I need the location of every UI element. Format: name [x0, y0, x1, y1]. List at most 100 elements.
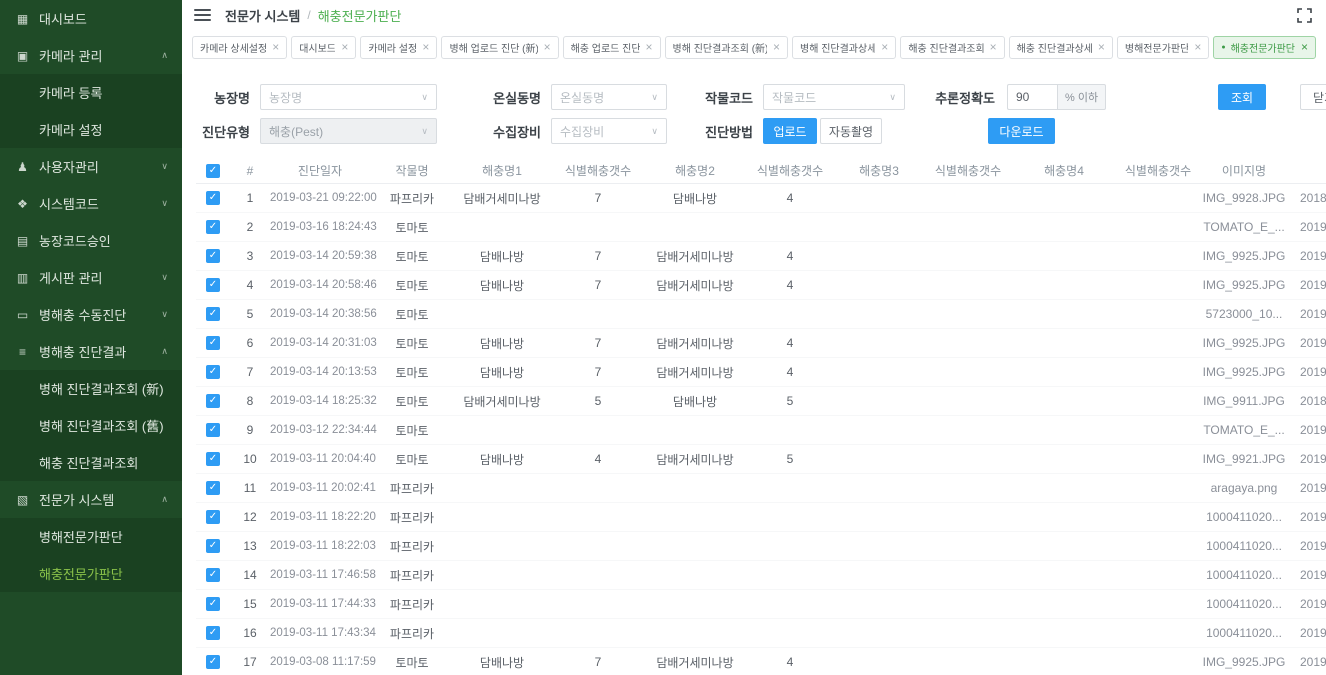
- sidebar-item[interactable]: ▤농장코드승인: [0, 222, 182, 259]
- row-checkbox[interactable]: ✓: [206, 568, 220, 582]
- sidebar-item[interactable]: ❖시스템코드∨: [0, 185, 182, 222]
- table-row[interactable]: ✓172019-03-08 11:17:59토마토담배나방7담배거세미나방4IM…: [196, 648, 1326, 675]
- tab[interactable]: 병해 진단결과상세×: [792, 36, 896, 59]
- row-checkbox[interactable]: ✓: [206, 452, 220, 466]
- row-checkbox[interactable]: ✓: [206, 539, 220, 553]
- sidebar-item[interactable]: ▧전문가 시스템∧: [0, 481, 182, 518]
- sidebar: ▦대시보드▣카메라 관리∧카메라 등록카메라 설정♟사용자관리∨❖시스템코드∨▤…: [0, 0, 182, 675]
- sidebar-subitem[interactable]: 카메라 등록: [0, 74, 182, 111]
- table-row[interactable]: ✓112019-03-11 20:02:41파프리카aragaya.png201…: [196, 474, 1326, 503]
- row-checkbox[interactable]: ✓: [206, 597, 220, 611]
- crop-code-select[interactable]: 작물코드 ∨: [763, 84, 905, 110]
- method-upload-button[interactable]: 업로드: [763, 118, 817, 144]
- row-checkbox[interactable]: ✓: [206, 191, 220, 205]
- table-row[interactable]: ✓132019-03-11 18:22:03파프리카1000411020...2…: [196, 532, 1326, 561]
- tab-close-icon[interactable]: ×: [422, 41, 429, 53]
- row-checkbox[interactable]: ✓: [206, 481, 220, 495]
- table-row[interactable]: ✓82019-03-14 18:25:32토마토담배거세미나방5담배나방5IMG…: [196, 387, 1326, 416]
- table-row[interactable]: ✓42019-03-14 20:58:46토마토담배나방7담배거세미나방4IMG…: [196, 271, 1326, 300]
- table-row[interactable]: ✓22019-03-16 18:24:43토마토TOMATO_E_...2019: [196, 213, 1326, 242]
- tab-close-icon[interactable]: ×: [341, 41, 348, 53]
- row-checkbox[interactable]: ✓: [206, 365, 220, 379]
- close-button[interactable]: 닫기: [1300, 84, 1326, 110]
- table-row[interactable]: ✓12019-03-21 09:22:00파프리카담배거세미나방7담배나방4IM…: [196, 184, 1326, 213]
- sidebar-subitem[interactable]: 병해 진단결과조회 (舊): [0, 407, 182, 444]
- table-row[interactable]: ✓152019-03-11 17:44:33파프리카1000411020...2…: [196, 590, 1326, 619]
- cell-crop: 토마토: [370, 654, 454, 671]
- row-checkbox[interactable]: ✓: [206, 336, 220, 350]
- cell-cnt1: 7: [550, 655, 646, 669]
- row-checkbox[interactable]: ✓: [206, 655, 220, 669]
- chevron-down-icon: ∨: [161, 272, 168, 283]
- tab[interactable]: 해충 진단결과조회×: [900, 36, 1004, 59]
- tab-close-icon[interactable]: ×: [990, 41, 997, 53]
- tab-close-icon[interactable]: ×: [544, 41, 551, 53]
- table-row[interactable]: ✓52019-03-14 20:38:56토마토5723000_10...201…: [196, 300, 1326, 329]
- table-row[interactable]: ✓92019-03-12 22:34:44토마토TOMATO_E_...2019: [196, 416, 1326, 445]
- tab-close-icon[interactable]: ×: [1098, 41, 1105, 53]
- tab-active[interactable]: ●해충전문가판단×: [1213, 36, 1316, 59]
- cell-date: 2019-03-21 09:22:00: [270, 192, 370, 204]
- tab-close-icon[interactable]: ×: [646, 41, 653, 53]
- table-row[interactable]: ✓122019-03-11 18:22:20파프리카1000411020...2…: [196, 503, 1326, 532]
- row-checkbox[interactable]: ✓: [206, 394, 220, 408]
- tab[interactable]: 대시보드×: [291, 36, 356, 59]
- diagnosis-type-select[interactable]: 해충(Pest) ∨: [260, 118, 437, 144]
- sidebar-subitem[interactable]: 카메라 설정: [0, 111, 182, 148]
- table-row[interactable]: ✓142019-03-11 17:46:58파프리카1000411020...2…: [196, 561, 1326, 590]
- sidebar-item[interactable]: ▭병해충 수동진단∨: [0, 296, 182, 333]
- sidebar-subitem[interactable]: 병해 진단결과조회 (新): [0, 370, 182, 407]
- row-checkbox[interactable]: ✓: [206, 220, 220, 234]
- sidebar-item[interactable]: ♟사용자관리∨: [0, 148, 182, 185]
- system-code-icon: ❖: [14, 197, 31, 211]
- tab-close-icon[interactable]: ×: [1194, 41, 1201, 53]
- table-row[interactable]: ✓32019-03-14 20:59:38토마토담배나방7담배거세미나방4IMG…: [196, 242, 1326, 271]
- cell-no: 2: [230, 220, 270, 234]
- equipment-select[interactable]: 수집장비 ∨: [551, 118, 667, 144]
- row-checkbox[interactable]: ✓: [206, 626, 220, 640]
- tab[interactable]: 카메라 설정×: [360, 36, 437, 59]
- tab[interactable]: 카메라 상세설정×: [192, 36, 287, 59]
- row-checkbox[interactable]: ✓: [206, 278, 220, 292]
- tab-close-icon[interactable]: ×: [881, 41, 888, 53]
- table-row[interactable]: ✓72019-03-14 20:13:53토마토담배나방7담배거세미나방4IMG…: [196, 358, 1326, 387]
- fullscreen-icon[interactable]: [1297, 8, 1312, 23]
- tab-close-icon[interactable]: ×: [1301, 41, 1308, 53]
- table-row[interactable]: ✓62019-03-14 20:31:03토마토담배나방7담배거세미나방4IMG…: [196, 329, 1326, 358]
- accuracy-input[interactable]: [1007, 84, 1057, 110]
- greenhouse-select[interactable]: 온실동명 ∨: [551, 84, 667, 110]
- row-checkbox[interactable]: ✓: [206, 249, 220, 263]
- sidebar-item[interactable]: ▥게시판 관리∨: [0, 259, 182, 296]
- farm-name-select[interactable]: 농장명 ∨: [260, 84, 437, 110]
- farm-name-label: 농장명: [198, 88, 250, 107]
- cell-no: 4: [230, 278, 270, 292]
- menu-toggle-icon[interactable]: [194, 9, 211, 21]
- tab[interactable]: 병해전문가판단×: [1117, 36, 1209, 59]
- method-auto-capture-button[interactable]: 자동촬영: [820, 118, 882, 144]
- tab[interactable]: 해충 업로드 진단×: [563, 36, 661, 59]
- sidebar-item[interactable]: ▣카메라 관리∧: [0, 37, 182, 74]
- cell-no: 16: [230, 626, 270, 640]
- tab[interactable]: 병해 진단결과조회 (新) ×: [665, 36, 788, 59]
- cell-pest2: 담배나방: [646, 393, 744, 410]
- table-row[interactable]: ✓162019-03-11 17:43:34파프리카1000411020...2…: [196, 619, 1326, 648]
- tab-close-icon[interactable]: ×: [272, 41, 279, 53]
- tab[interactable]: 병해 업로드 진단 (新)×: [441, 36, 558, 59]
- select-all-checkbox[interactable]: ✓: [206, 164, 220, 178]
- sidebar-subitem[interactable]: 해충전문가판단: [0, 555, 182, 592]
- sidebar-item[interactable]: ≡병해충 진단결과∧: [0, 333, 182, 370]
- download-button[interactable]: 다운로드: [988, 118, 1055, 144]
- tab-label: 병해 진단결과조회 (新): [673, 40, 767, 55]
- table-row[interactable]: ✓102019-03-11 20:04:40토마토담배나방4담배거세미나방5IM…: [196, 445, 1326, 474]
- search-button[interactable]: 조회: [1218, 84, 1266, 110]
- row-checkbox[interactable]: ✓: [206, 510, 220, 524]
- sidebar-item[interactable]: ▦대시보드: [0, 0, 182, 37]
- sidebar-subitem[interactable]: 해충 진단결과조회: [0, 444, 182, 481]
- row-checkbox[interactable]: ✓: [206, 423, 220, 437]
- tab-close-icon[interactable]: ×: [773, 41, 780, 53]
- cell-pest2: 담배거세미나방: [646, 335, 744, 352]
- sidebar-subitem[interactable]: 병해전문가판단: [0, 518, 182, 555]
- row-checkbox[interactable]: ✓: [206, 307, 220, 321]
- tab[interactable]: 해충 진단결과상세×: [1009, 36, 1113, 59]
- cell-cnt2: 4: [744, 278, 836, 292]
